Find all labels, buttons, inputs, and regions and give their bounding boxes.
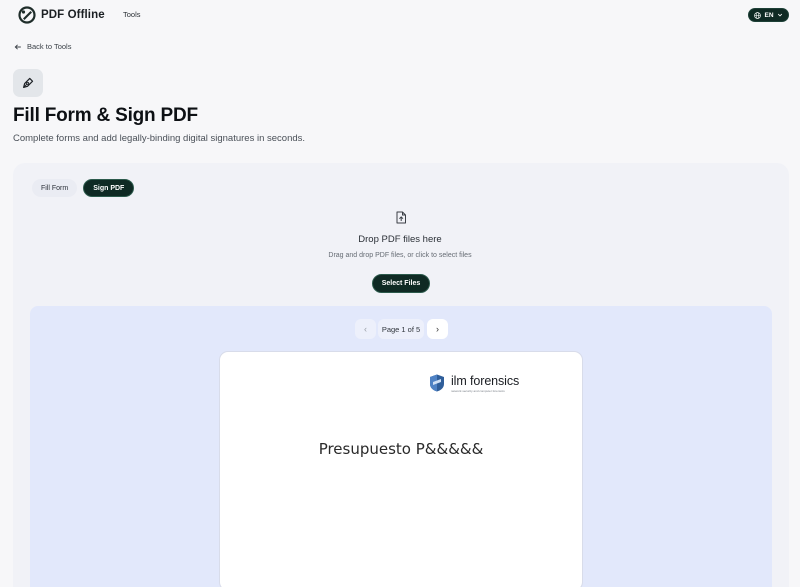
file-upload-icon [396,211,406,224]
arrow-left-icon [14,43,21,50]
chevron-right-icon: › [436,324,439,334]
dropzone-hint: Drag and drop PDF files, or click to sel… [328,252,472,259]
document-heading: Presupuesto P&&&&& [318,440,484,458]
chevron-left-icon: ‹ [364,324,367,334]
company-name: ilm forensics [451,374,520,388]
language-label: EN [764,11,774,19]
language-selector[interactable]: EN [748,8,789,22]
next-page-button[interactable]: › [427,319,448,339]
tool-icon-container [13,69,43,97]
globe-icon [754,11,762,19]
tab-fill-form[interactable]: Fill Form [32,179,78,197]
back-link-label: Back to Tools [27,42,72,51]
pdf-page-preview[interactable] [219,351,583,587]
chevron-down-icon [777,13,782,17]
pen-tool-icon [23,77,34,88]
back-to-tools-link[interactable]: Back to Tools [14,42,71,51]
tab-sign-pdf[interactable]: Sign PDF [83,179,135,197]
select-files-button[interactable]: Select Files [372,274,430,293]
brand-name: PDF Offline [41,9,105,21]
top-navigation-bar: PDF Offline Tools EN [0,0,800,30]
previous-page-button[interactable]: ‹ [355,319,376,339]
page-subtitle: Complete forms and add legally-binding d… [13,133,306,144]
company-tagline: network security and computer forensics [451,389,505,393]
dropzone-title: Drop PDF files here [358,234,442,245]
page-title: Fill Form & Sign PDF [13,105,198,126]
page-indicator: Page 1 of 5 [378,319,424,339]
brand-logo-icon [18,6,36,24]
brand-home-link[interactable]: PDF Offline [18,6,105,24]
nav-tools-link[interactable]: Tools [123,10,141,19]
company-logo-icon [430,374,444,392]
mode-tabs: Fill Form Sign PDF [32,179,135,197]
